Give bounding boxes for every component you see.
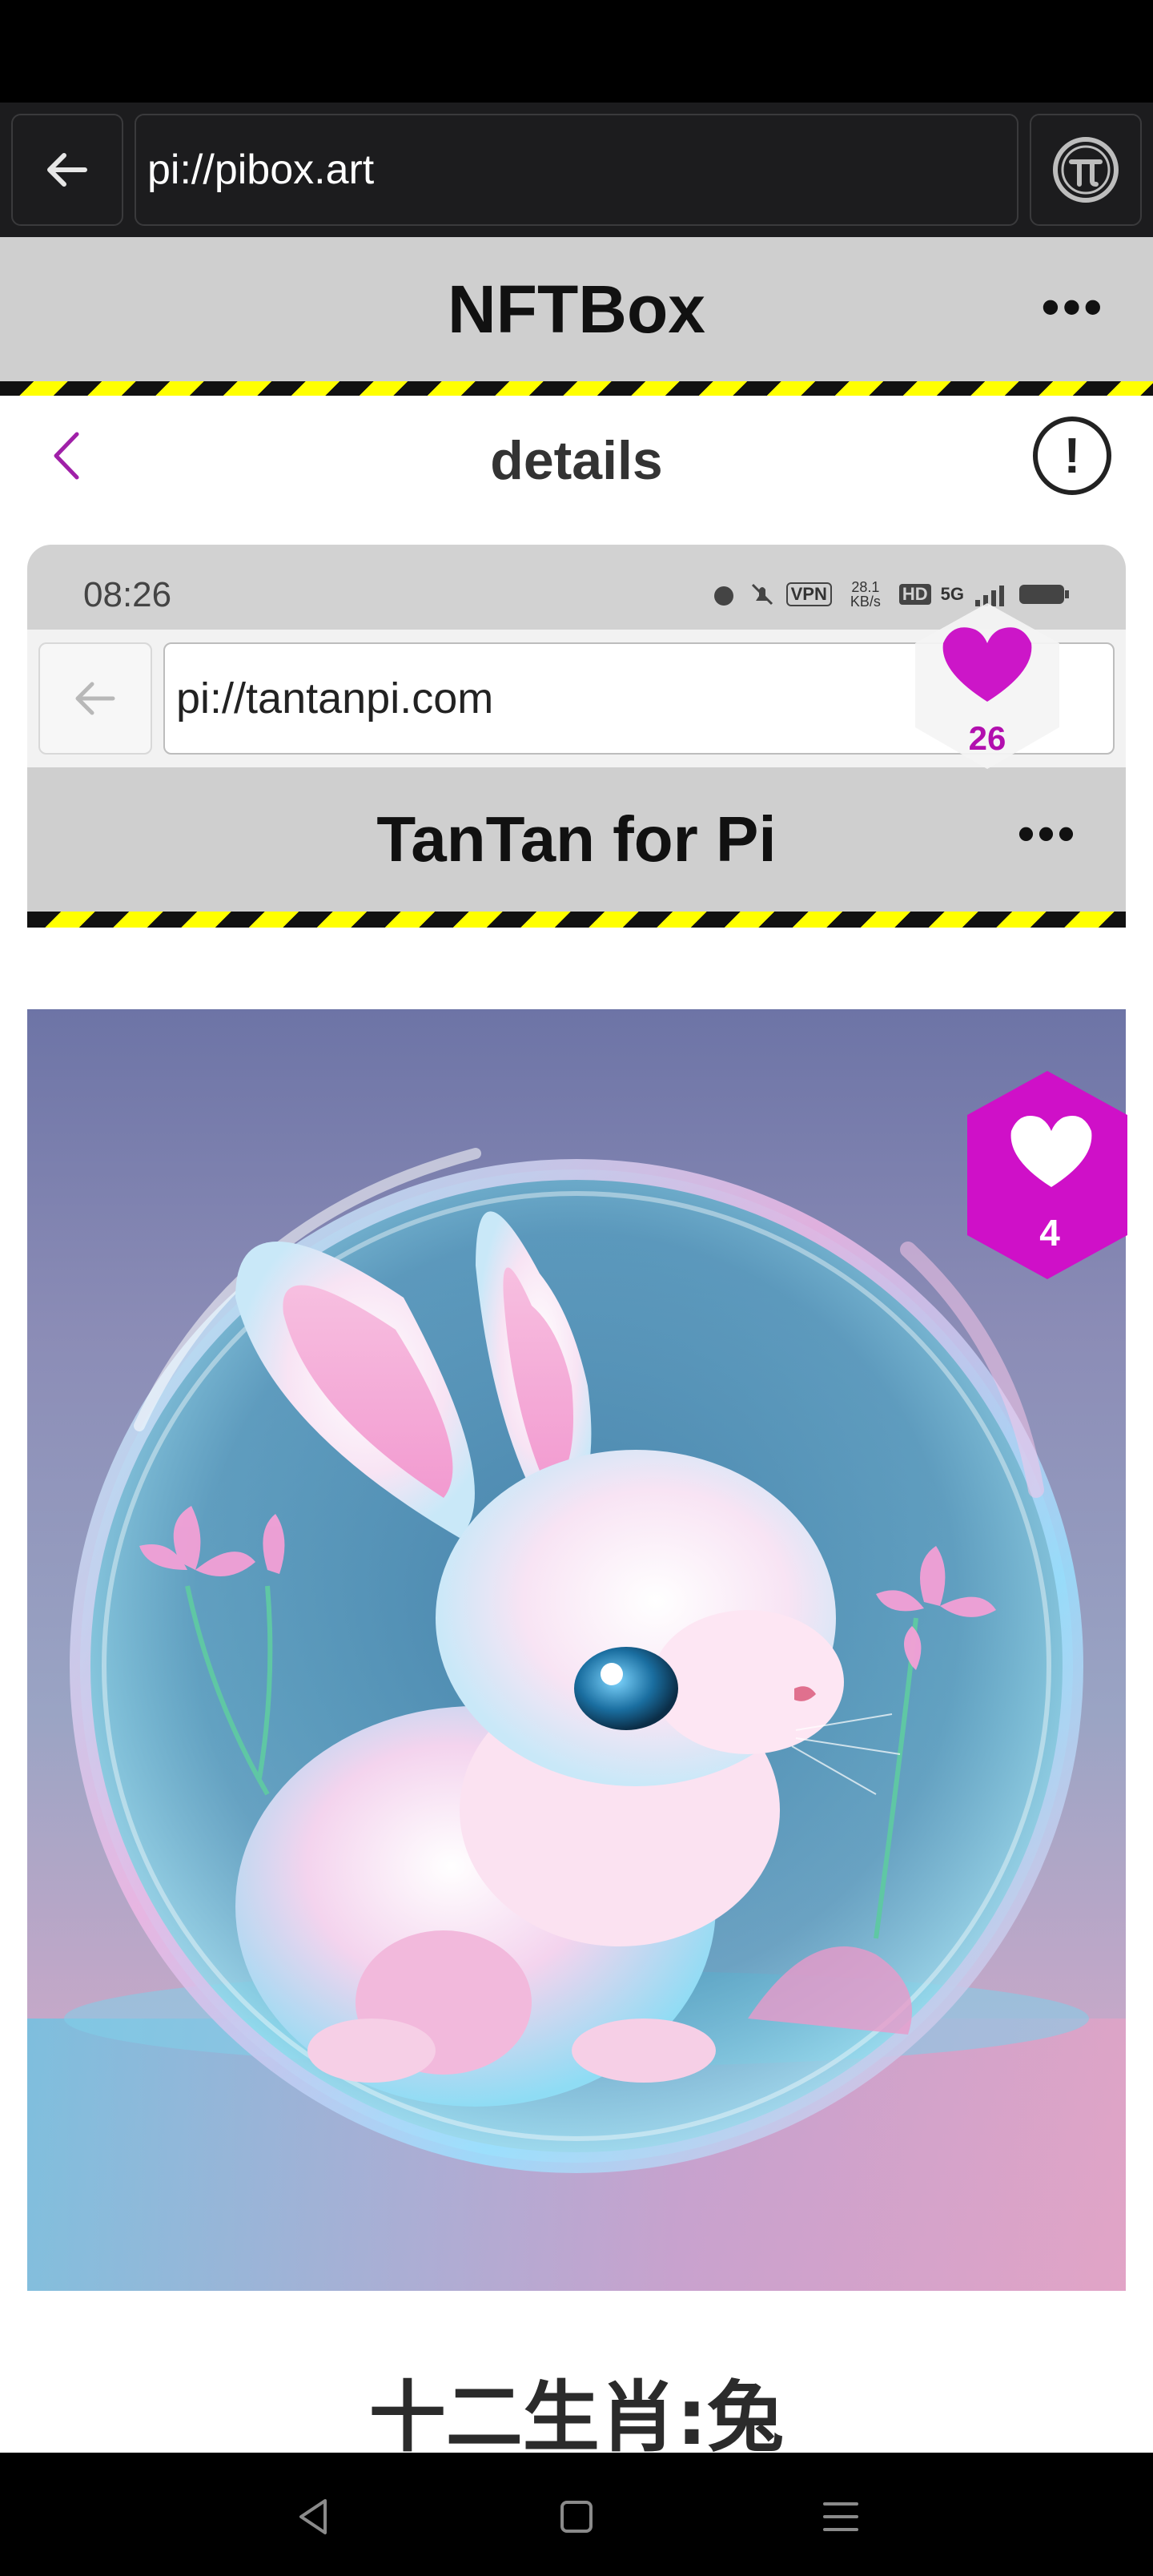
pi-menu-button[interactable] bbox=[1030, 114, 1142, 226]
embedded-app-title: TanTan for Pi bbox=[376, 803, 777, 875]
embedded-like-count: 4 bbox=[1039, 1212, 1060, 1254]
nav-home-button[interactable] bbox=[544, 2485, 609, 2549]
nft-name: 十二生肖:兔 bbox=[368, 2373, 785, 2462]
nft-image-card[interactable]: 08:26 VPN 28.1 KB/s HD 5G pi://tantanpi.… bbox=[27, 545, 1126, 2291]
alarm-icon bbox=[713, 586, 733, 606]
embedded-more-icon: ••• bbox=[1017, 807, 1078, 860]
like-button[interactable]: 26 bbox=[895, 599, 1079, 775]
system-nav-bar bbox=[0, 2453, 1153, 2576]
arrow-left-icon bbox=[47, 153, 87, 187]
status-bar bbox=[0, 0, 1153, 103]
embedded-app-header: TanTan for Pi ••• bbox=[27, 767, 1126, 912]
embedded-status-time: 08:26 bbox=[83, 575, 172, 614]
details-bar: details ! bbox=[0, 396, 1153, 516]
square-home-icon bbox=[560, 2501, 593, 2533]
net-speed: 28.1 KB/s bbox=[850, 579, 881, 610]
mute-icon bbox=[751, 583, 773, 606]
browser-toolbar: pi://pibox.art bbox=[0, 103, 1153, 237]
address-bar[interactable]: pi://pibox.art bbox=[135, 114, 1018, 226]
hazard-stripe bbox=[0, 381, 1153, 397]
nav-back-button[interactable] bbox=[282, 2485, 346, 2549]
exclamation-icon: ! bbox=[1063, 428, 1081, 484]
triangle-back-icon bbox=[299, 2499, 327, 2534]
like-count: 26 bbox=[968, 719, 1006, 757]
pi-logo-icon bbox=[1053, 137, 1119, 203]
browser-back-button[interactable] bbox=[11, 114, 123, 226]
vpn-badge: VPN bbox=[785, 582, 832, 606]
arrow-left-icon bbox=[75, 682, 115, 715]
page-title: details bbox=[490, 430, 663, 491]
app-header: NFTBox ••• bbox=[0, 237, 1153, 381]
embedded-like-badge: 4 bbox=[943, 1067, 1127, 1283]
app-title: NFTBox bbox=[448, 271, 705, 347]
embedded-back-button bbox=[38, 642, 152, 755]
nav-menu-button[interactable] bbox=[809, 2485, 873, 2549]
address-text: pi://pibox.art bbox=[147, 147, 375, 193]
page: pi://pibox.art NFTBox ••• details ! 08:2… bbox=[0, 0, 1153, 2576]
info-button[interactable]: ! bbox=[1033, 417, 1111, 495]
embedded-hazard-stripe bbox=[27, 912, 1126, 928]
menu-lines-icon bbox=[823, 2502, 858, 2531]
more-options-button[interactable]: ••• bbox=[1042, 277, 1105, 336]
embedded-address-text: pi://tantanpi.com bbox=[176, 674, 494, 722]
